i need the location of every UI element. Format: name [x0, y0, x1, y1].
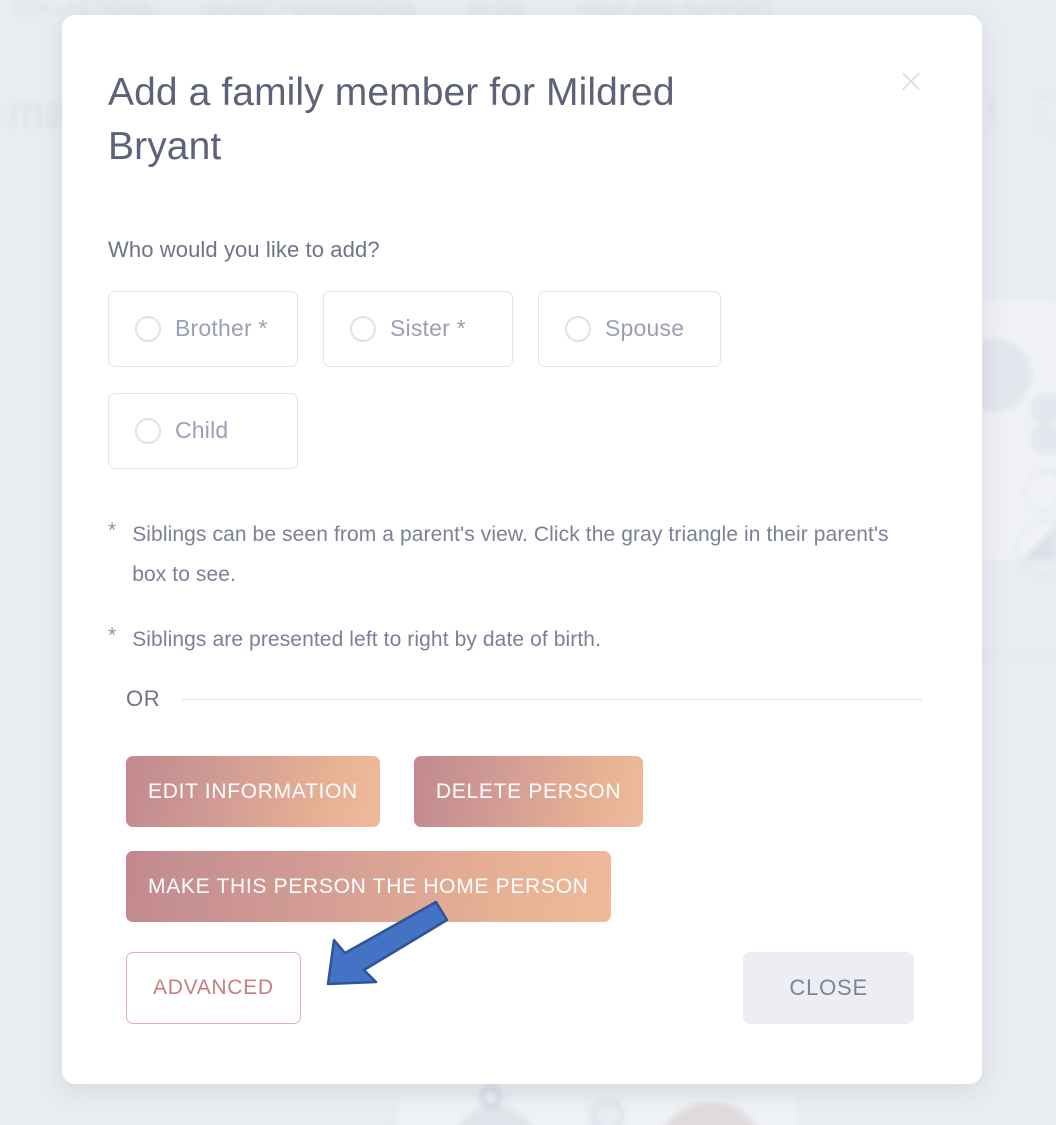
footnote-item: * Siblings can be seen from a parent's v…	[108, 515, 922, 595]
badge-icon	[592, 1100, 624, 1125]
option-child[interactable]: Child	[108, 392, 298, 469]
asterisk-icon: *	[108, 624, 117, 648]
relationship-option-group: Brother * Sister * Spouse Child	[108, 290, 898, 469]
action-buttons: EDIT INFORMATION DELETE PERSON MAKE THIS…	[126, 756, 922, 923]
pin-icon	[480, 1086, 502, 1108]
modal-footer: ADVANCED CLOSE	[126, 952, 922, 1025]
option-label: Child	[175, 417, 229, 444]
option-label: Spouse	[605, 315, 685, 342]
footnotes: * Siblings can be seen from a parent's v…	[108, 515, 922, 661]
make-home-person-button[interactable]: MAKE THIS PERSON THE HOME PERSON	[126, 851, 611, 923]
add-family-member-modal: × Add a family member for Mildred Bryant…	[62, 15, 982, 1084]
divider-line	[182, 698, 922, 700]
option-label: Sister *	[390, 315, 466, 342]
radio-icon[interactable]	[135, 315, 161, 342]
edit-icon	[1036, 96, 1056, 132]
or-label: OR	[126, 686, 161, 712]
action-row-primary: EDIT INFORMATION DELETE PERSON	[126, 756, 922, 828]
radio-icon[interactable]	[350, 315, 376, 342]
option-sister[interactable]: Sister *	[323, 290, 513, 367]
edit-information-button[interactable]: EDIT INFORMATION	[126, 756, 380, 828]
radio-icon[interactable]	[135, 417, 161, 444]
option-brother[interactable]: Brother *	[108, 290, 298, 367]
footnote-text: Siblings are presented left to right by …	[132, 628, 602, 652]
option-spouse[interactable]: Spouse	[538, 290, 722, 367]
action-row-secondary: MAKE THIS PERSON THE HOME PERSON	[126, 851, 922, 923]
footnote-item: * Siblings are presented left to right b…	[108, 620, 922, 660]
background-circle-icon-1	[1030, 394, 1056, 424]
option-label: Brother *	[175, 315, 268, 342]
asterisk-icon: *	[108, 518, 117, 542]
page-title: Add a family member for Mildred Bryant	[108, 71, 675, 168]
or-divider: OR	[126, 686, 922, 712]
question-label: Who would you like to add?	[108, 236, 380, 262]
close-icon[interactable]: ×	[896, 64, 926, 98]
footnote-text: Siblings can be seen from a parent's vie…	[132, 522, 889, 586]
radio-icon[interactable]	[565, 315, 591, 342]
delete-person-button[interactable]: DELETE PERSON	[413, 756, 644, 828]
background-circle-icon-2	[1030, 424, 1056, 454]
advanced-button[interactable]: ADVANCED	[126, 952, 301, 1025]
close-button[interactable]: CLOSE	[743, 952, 914, 1025]
background-exclamation: !	[986, 87, 999, 139]
